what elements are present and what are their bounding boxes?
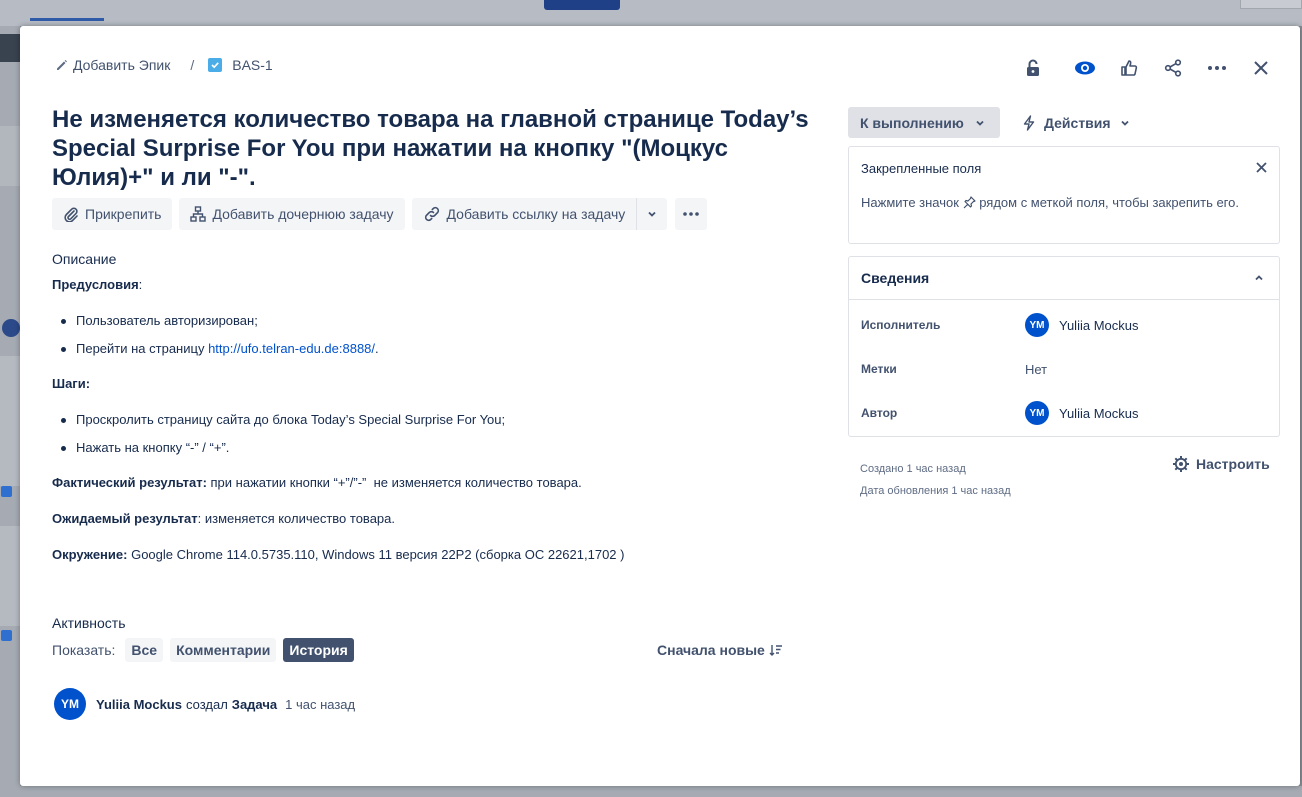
created-date: Создано 1 час назад	[860, 463, 966, 475]
more-icon	[1208, 66, 1226, 70]
actual-result: Фактический результат: при нажатии кнопк…	[52, 475, 582, 490]
list-item: Пользователь авторизирован;	[52, 312, 812, 330]
lock-button[interactable]	[1018, 53, 1048, 83]
close-icon	[1256, 162, 1267, 173]
background-footer	[20, 786, 1302, 797]
chevron-down-icon	[648, 211, 656, 217]
add-child-issue-button[interactable]: Добавить дочернюю задачу	[179, 198, 405, 230]
steps-list: Проскролить страницу сайта до блока Toda…	[52, 411, 812, 457]
site-link[interactable]: http://ufo.telran-edu.de:8888/	[208, 341, 375, 356]
history-time: 1 час назад	[285, 696, 356, 712]
like-thumb-icon	[1121, 60, 1138, 76]
close-icon	[1254, 61, 1268, 75]
add-link-button[interactable]: Добавить ссылку на задачу	[411, 198, 637, 230]
avatar: YM	[1025, 313, 1049, 337]
add-epic-link[interactable]: Добавить Эпик	[56, 57, 170, 73]
pencil-icon	[57, 60, 67, 70]
story-checkbox-icon	[208, 58, 223, 72]
reporter-row[interactable]: Автор YM Yuliia Mockus	[861, 399, 1271, 427]
pinned-fields-hint: Нажмите значок рядом с меткой поля, чтоб…	[861, 195, 1239, 210]
background-tab-indicator	[30, 18, 104, 21]
vote-button[interactable]	[1114, 53, 1144, 83]
toolbar-more-button[interactable]	[675, 198, 708, 230]
list-item: Перейти на страницу http://ufo.telran-ed…	[52, 340, 812, 358]
preconditions-list: Пользователь авторизирован; Перейти на с…	[52, 312, 812, 358]
status-dropdown[interactable]: К выполнению	[848, 107, 1000, 138]
filter-history[interactable]: История	[283, 638, 354, 662]
background-box	[1240, 0, 1302, 9]
pin-icon	[963, 196, 976, 209]
more-icon	[683, 212, 700, 216]
filter-comments[interactable]: Комментарии	[170, 638, 277, 662]
steps-label: Шаги:	[52, 376, 91, 391]
updated-date: Дата обновления 1 час назад	[860, 485, 1011, 497]
chevron-up-icon	[1255, 275, 1263, 281]
description-body[interactable]: Предусловия: Пользователь авторизирован;…	[52, 276, 812, 582]
description-label: Описание	[52, 251, 117, 267]
pinned-fields-title: Закрепленные поля	[861, 161, 982, 176]
list-item: Проскролить страницу сайта до блока Toda…	[52, 411, 812, 429]
watch-eye-icon	[1075, 61, 1095, 75]
list-item: Нажать на кнопку “-” / “+”.	[52, 439, 812, 457]
header-actions	[1004, 53, 1276, 83]
issue-toolbar: Прикрепить Добавить дочернюю задачу Доба…	[52, 198, 714, 230]
paperclip-icon	[64, 207, 78, 222]
lock-icon	[1027, 59, 1039, 76]
breadcrumb-separator: /	[190, 57, 195, 73]
issue-title[interactable]: Не изменяется количество товара на главн…	[52, 105, 812, 192]
environment: Окружение: Google Chrome 114.0.5735.110,…	[52, 547, 625, 562]
activity-label: Активность	[52, 615, 126, 631]
issue-modal: Добавить Эпик / BAS-1 Не изменяется коли…	[20, 26, 1300, 786]
actions-dropdown[interactable]: Действия	[1022, 107, 1131, 138]
sort-icon	[769, 645, 782, 656]
share-icon	[1164, 59, 1182, 77]
lightning-icon	[1023, 114, 1035, 131]
show-label: Показать:	[52, 642, 116, 658]
history-entry: YM Yuliia Mockus создал Задача 1 час наз…	[54, 688, 355, 720]
child-issue-icon	[190, 206, 207, 222]
details-panel: Сведения Исполнитель YM Yuliia Mockus Ме…	[848, 256, 1280, 437]
assignee-row[interactable]: Исполнитель YM Yuliia Mockus	[861, 311, 1271, 339]
pinned-close-button[interactable]	[1256, 160, 1267, 178]
configure-button[interactable]: Настроить	[1172, 455, 1270, 473]
chevron-down-icon	[1120, 120, 1129, 126]
link-icon	[424, 206, 439, 222]
avatar[interactable]: YM	[54, 688, 86, 720]
add-link-dropdown-button[interactable]	[636, 198, 668, 230]
details-header[interactable]: Сведения	[849, 257, 1279, 300]
watch-button[interactable]	[1070, 53, 1100, 83]
expected-result: Ожидаемый результат: изменяется количест…	[52, 511, 395, 526]
more-actions-button[interactable]	[1202, 53, 1232, 83]
background-header	[0, 0, 1302, 26]
sort-newest-button[interactable]: Сначала новые	[657, 642, 783, 658]
preconditions-label: Предусловия	[52, 277, 139, 292]
gear-icon	[1173, 456, 1189, 472]
chevron-down-icon	[976, 120, 984, 126]
attach-button[interactable]: Прикрепить	[52, 198, 173, 230]
close-modal-button[interactable]	[1246, 53, 1276, 83]
background-board	[0, 26, 20, 797]
filter-all[interactable]: Все	[125, 638, 164, 662]
avatar: YM	[1025, 401, 1049, 425]
activity-filters: Показать: Все Комментарии История	[52, 638, 361, 662]
share-button[interactable]	[1158, 53, 1188, 83]
issue-key-link[interactable]: BAS-1	[208, 57, 273, 73]
breadcrumb: Добавить Эпик / BAS-1	[56, 57, 273, 73]
background-button	[544, 0, 620, 10]
history-user[interactable]: Yuliia Mockus	[96, 697, 182, 712]
labels-row[interactable]: Метки Нет	[861, 355, 1271, 383]
issue-dates: Создано 1 час назад Дата обновления 1 ча…	[860, 458, 1011, 502]
pinned-fields-panel: Закрепленные поля Нажмите значок рядом с…	[848, 146, 1280, 244]
